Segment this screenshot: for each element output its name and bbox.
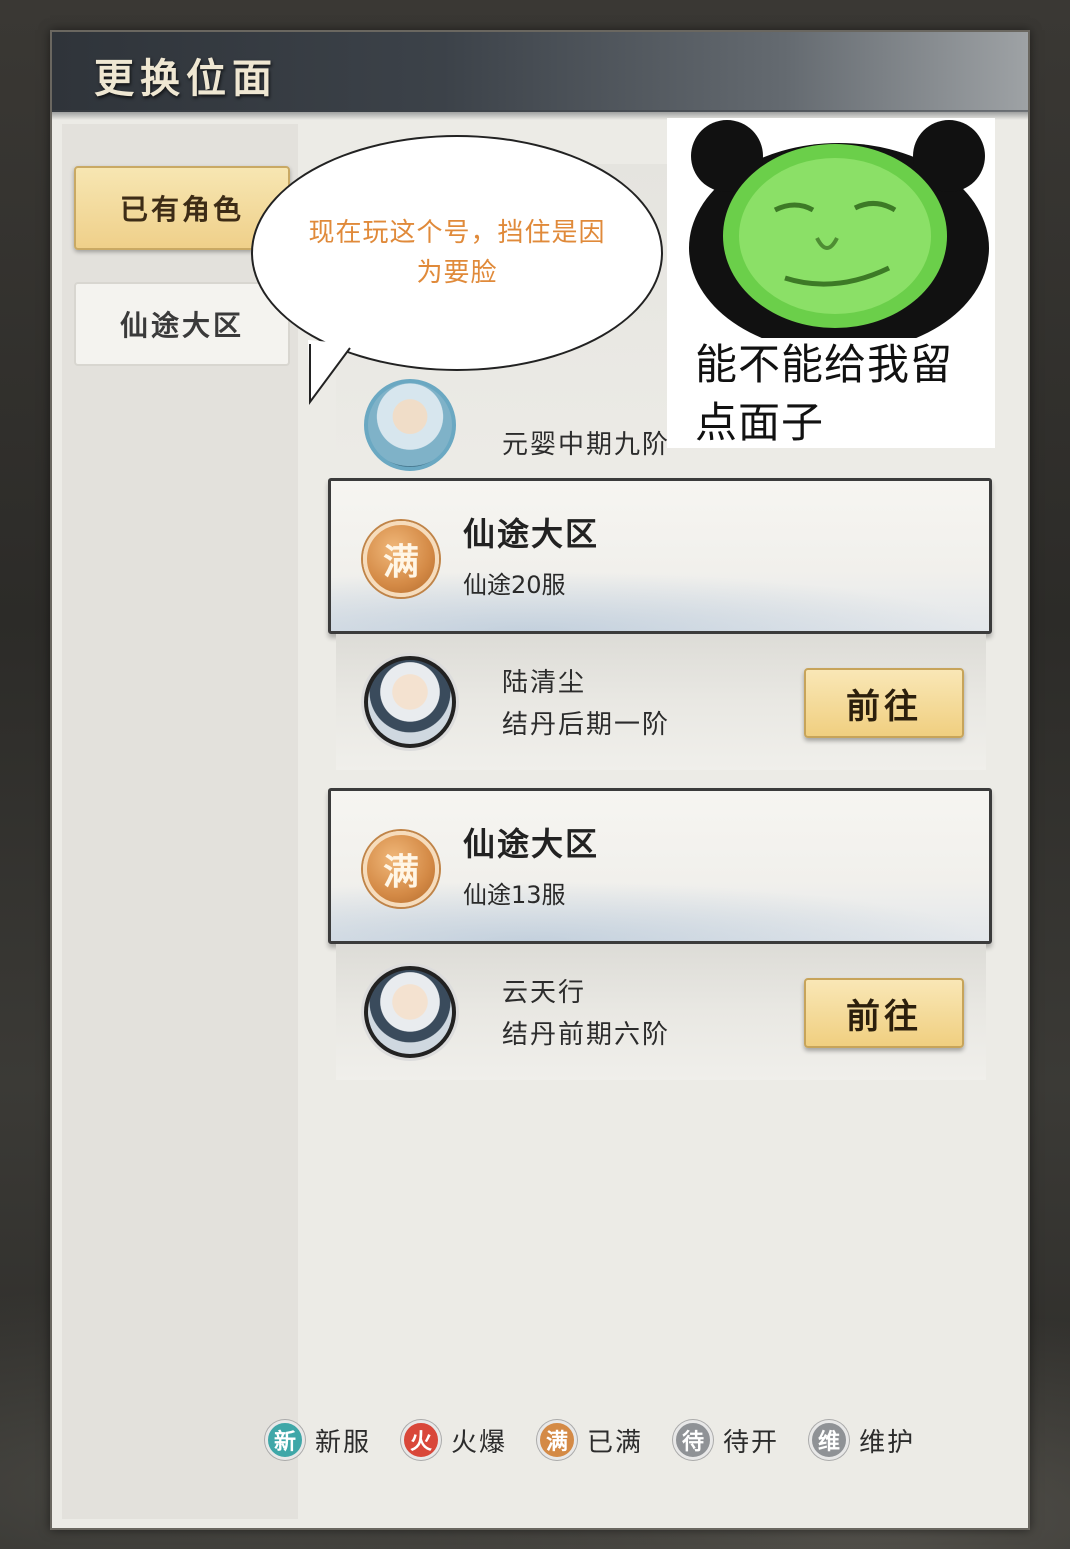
full-status-badge: 满: [363, 831, 439, 907]
server-name: 仙途20服: [463, 571, 566, 599]
new-server-icon: 新: [265, 1420, 305, 1460]
tab-xiantu-region[interactable]: 仙途大区: [74, 282, 290, 366]
goto-button[interactable]: 前往: [804, 978, 964, 1048]
goto-button[interactable]: 前往: [804, 668, 964, 738]
character-level: 结丹前期六阶: [502, 1020, 671, 1050]
character-avatar: [364, 656, 456, 748]
speech-bubble-text: 现在玩这个号，挡住是因为要脸: [308, 218, 606, 288]
hot-server-icon: 火: [401, 1420, 442, 1460]
character-row: 云天行 结丹前期六阶 前往: [336, 944, 986, 1080]
panel-title: 更换位面: [94, 55, 278, 102]
full-server-icon: 满: [537, 1420, 578, 1460]
legend-label: 维护: [859, 1427, 916, 1458]
server-name: 仙途13服: [463, 881, 566, 909]
panel-header: 更换位面: [52, 32, 1028, 120]
region-name: 仙途大区: [463, 825, 600, 863]
meme-sticker: 能不能给我留点面子: [667, 118, 995, 448]
character-name: 陆清尘: [502, 668, 587, 698]
character-avatar: [364, 379, 456, 471]
server-card[interactable]: 满 仙途大区 仙途20服: [328, 478, 992, 634]
character-level: 结丹后期一阶: [502, 710, 671, 740]
character-avatar: [364, 966, 456, 1058]
legend-item-full: 满 已满: [537, 1420, 643, 1460]
legend-label: 新服: [315, 1427, 372, 1458]
legend-item-maintenance: 维 维护: [809, 1420, 915, 1460]
meme-caption: 能不能给我留点面子: [695, 340, 954, 447]
server-card[interactable]: 满 仙途大区 仙途13服: [328, 788, 992, 944]
character-row: 陆清尘 结丹后期一阶 前往: [336, 634, 986, 770]
legend-item-hot: 火 火爆: [401, 1420, 507, 1460]
pending-server-icon: 待: [673, 1420, 714, 1460]
legend-label: 火爆: [451, 1427, 508, 1458]
speech-bubble: 现在玩这个号，挡住是因为要脸: [251, 135, 663, 371]
sidebar: 已有角色 仙途大区: [62, 124, 298, 1519]
legend-label: 待开: [723, 1427, 780, 1458]
speech-bubble-tail: [308, 340, 352, 406]
full-status-badge: 满: [363, 521, 439, 597]
server-status-legend: 新 新服 火 火爆 满 已满 待 待开 维 维护: [265, 1418, 915, 1462]
region-name: 仙途大区: [463, 515, 600, 553]
legend-item-pending: 待 待开: [673, 1420, 779, 1460]
maintenance-server-icon: 维: [809, 1420, 850, 1460]
green-panda-face-icon: [667, 118, 995, 353]
character-level: 元婴中期九阶: [502, 430, 671, 460]
legend-item-new: 新 新服: [265, 1420, 371, 1460]
legend-label: 已满: [587, 1427, 644, 1458]
character-name: 云天行: [502, 978, 587, 1008]
